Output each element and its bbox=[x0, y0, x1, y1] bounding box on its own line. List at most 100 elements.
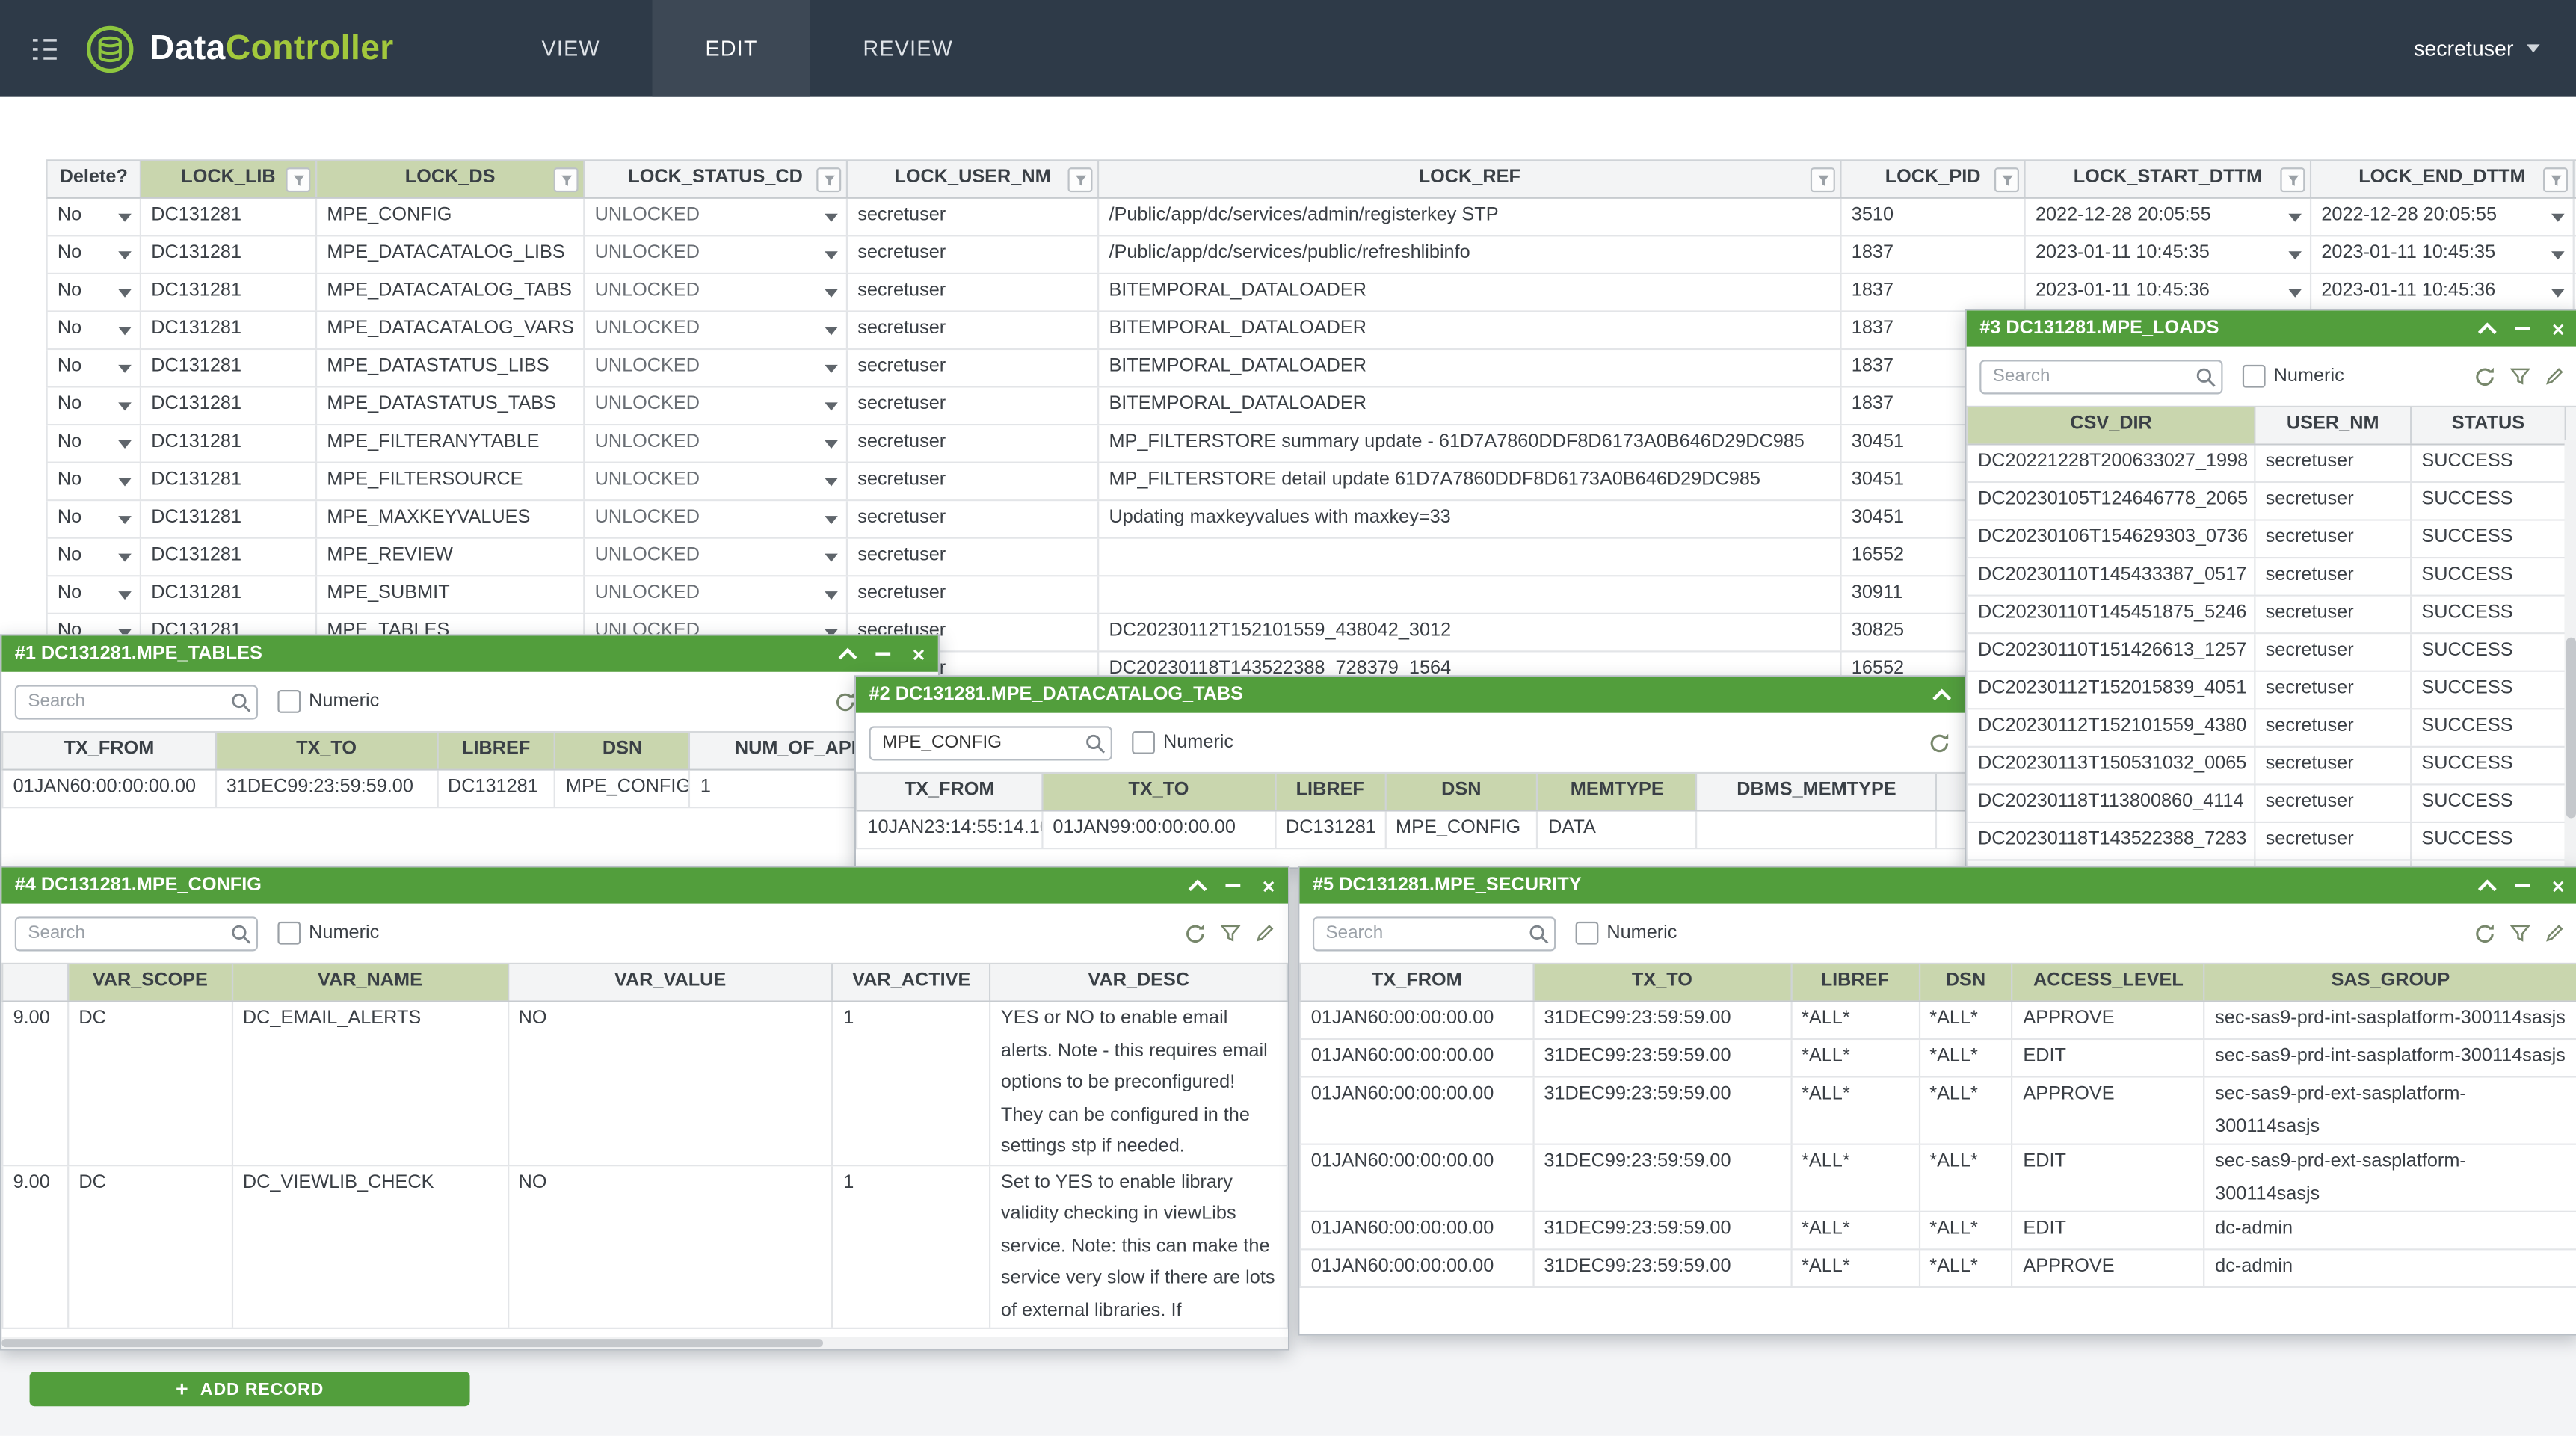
cell-lock-lib[interactable]: DC131281 bbox=[141, 539, 317, 575]
cell-lock-end[interactable]: 2022-12-28 20:05:55 bbox=[2311, 199, 2575, 235]
cell-lock-ref[interactable]: BITEMPORAL_DATALOADER bbox=[1099, 350, 1841, 386]
cell-delete[interactable]: No bbox=[48, 425, 141, 461]
column-header-lock-status[interactable]: LOCK_STATUS_CD bbox=[585, 161, 848, 197]
funnel-icon[interactable] bbox=[2510, 366, 2530, 386]
cell-lock-ref[interactable]: BITEMPORAL_DATALOADER bbox=[1099, 388, 1841, 424]
column-header[interactable]: DSN bbox=[556, 733, 691, 768]
cell-lock-user[interactable]: secretuser bbox=[848, 312, 1099, 348]
cell-lock-user[interactable]: secretuser bbox=[848, 199, 1099, 235]
checkbox-icon[interactable] bbox=[277, 690, 301, 713]
cell-delete[interactable]: No bbox=[48, 350, 141, 386]
cell-lock-lib[interactable]: DC131281 bbox=[141, 501, 317, 537]
chevron-down-icon[interactable] bbox=[2288, 214, 2302, 222]
cell-lock-status[interactable]: UNLOCKED bbox=[585, 425, 848, 461]
cell-lock-ds[interactable]: MPE_FILTERSOURCE bbox=[317, 463, 585, 499]
refresh-icon[interactable] bbox=[1929, 732, 1950, 754]
cell-lock-status[interactable]: UNLOCKED bbox=[585, 236, 848, 272]
cell-lock-ds[interactable]: MPE_SUBMIT bbox=[317, 576, 585, 612]
cell-delete[interactable]: No bbox=[48, 312, 141, 348]
chevron-down-icon[interactable] bbox=[825, 365, 838, 373]
horizontal-scrollbar[interactable] bbox=[1, 1337, 1288, 1349]
cell-lock-user[interactable]: secretuser bbox=[848, 539, 1099, 575]
chevron-down-icon[interactable] bbox=[2288, 289, 2302, 298]
chevron-down-icon[interactable] bbox=[825, 327, 838, 335]
column-filter-button[interactable] bbox=[1811, 167, 1835, 192]
cell-lock-lib[interactable]: DC131281 bbox=[141, 312, 317, 348]
minimize-icon[interactable] bbox=[1226, 884, 1241, 887]
cell-lock-status[interactable]: UNLOCKED bbox=[585, 388, 848, 424]
collapse-icon[interactable] bbox=[2479, 321, 2498, 340]
column-filter-button[interactable] bbox=[2543, 167, 2568, 192]
cell-lock-end[interactable]: 2023-01-11 10:45:36 bbox=[2311, 274, 2575, 310]
refresh-icon[interactable] bbox=[2474, 922, 2496, 944]
cell-delete[interactable]: No bbox=[48, 576, 141, 612]
cell-delete[interactable]: No bbox=[48, 236, 141, 272]
cell-lock-status[interactable]: UNLOCKED bbox=[585, 539, 848, 575]
close-icon[interactable]: × bbox=[913, 643, 925, 665]
chevron-down-icon[interactable] bbox=[825, 440, 838, 449]
chevron-down-icon[interactable] bbox=[118, 440, 132, 449]
chevron-down-icon[interactable] bbox=[825, 402, 838, 410]
cell-lock-end[interactable]: 2023-01-11 10:45:35 bbox=[2311, 236, 2575, 272]
column-header[interactable]: LIBREF bbox=[438, 733, 556, 768]
cell-lock-status[interactable]: UNLOCKED bbox=[585, 350, 848, 386]
cell-lock-status[interactable]: UNLOCKED bbox=[585, 576, 848, 612]
search-input[interactable] bbox=[869, 725, 1112, 759]
funnel-icon[interactable] bbox=[1221, 923, 1240, 943]
column-header-lock-start[interactable]: LOCK_START_DTTM bbox=[2026, 161, 2311, 197]
pencil-icon[interactable] bbox=[1255, 923, 1275, 943]
cell-delete[interactable]: No bbox=[48, 388, 141, 424]
column-header[interactable]: VAR_ACTIVE bbox=[833, 964, 991, 1000]
cell-lock-pid[interactable]: 1837 bbox=[1842, 236, 2026, 272]
numeric-checkbox[interactable]: Numeric bbox=[2243, 365, 2344, 388]
cell-lock-ref[interactable]: MP_FILTERSTORE detail update 61D7A7860DD… bbox=[1099, 463, 1841, 499]
numeric-checkbox[interactable]: Numeric bbox=[277, 690, 379, 713]
cell-lock-user[interactable]: secretuser bbox=[848, 501, 1099, 537]
chevron-down-icon[interactable] bbox=[825, 478, 838, 487]
cell-lock-ref[interactable]: Updating maxkeyvalues with maxkey=33 bbox=[1099, 501, 1841, 537]
cell-lock-start[interactable]: 2023-01-11 10:45:35 bbox=[2026, 236, 2311, 272]
close-icon[interactable]: × bbox=[2552, 875, 2565, 896]
viewbox-header[interactable]: #2 DC131281.MPE_DATACATALOG_TABS × bbox=[856, 677, 2033, 712]
chevron-down-icon[interactable] bbox=[118, 214, 132, 222]
numeric-checkbox[interactable]: Numeric bbox=[1132, 731, 1233, 754]
close-icon[interactable]: × bbox=[2552, 318, 2565, 339]
column-header[interactable]: USER_NM bbox=[2255, 407, 2412, 443]
refresh-icon[interactable] bbox=[2474, 366, 2496, 387]
numeric-checkbox[interactable]: Numeric bbox=[277, 922, 379, 945]
minimize-icon[interactable] bbox=[2516, 884, 2531, 887]
scrollbar-thumb[interactable] bbox=[1, 1339, 823, 1347]
checkbox-icon[interactable] bbox=[1132, 731, 1155, 754]
cell-lock-status[interactable]: UNLOCKED bbox=[585, 463, 848, 499]
cell-lock-lib[interactable]: DC131281 bbox=[141, 576, 317, 612]
collapse-icon[interactable] bbox=[1189, 878, 1208, 897]
cell-lock-ref[interactable]: DC20230112T152101559_438042_3012 bbox=[1099, 614, 1841, 650]
chevron-down-icon[interactable] bbox=[2288, 251, 2302, 259]
cell-lock-ref[interactable]: BITEMPORAL_DATALOADER bbox=[1099, 312, 1841, 348]
vertical-scrollbar[interactable] bbox=[2565, 440, 2576, 874]
cell-lock-user[interactable]: secretuser bbox=[848, 576, 1099, 612]
nav-item-edit[interactable]: EDIT bbox=[653, 0, 810, 97]
collapse-icon[interactable] bbox=[839, 647, 857, 666]
cell-delete[interactable]: No bbox=[48, 199, 141, 235]
cell-lock-pid[interactable]: 1837 bbox=[1842, 274, 2026, 310]
cell-lock-ds[interactable]: MPE_CONFIG bbox=[317, 199, 585, 235]
cell-lock-pid[interactable]: 3510 bbox=[1842, 199, 2026, 235]
column-header[interactable]: TX_FROM bbox=[857, 774, 1043, 810]
app-logo[interactable]: DataController bbox=[85, 24, 393, 73]
column-header-lock-end[interactable]: LOCK_END_DTTM bbox=[2311, 161, 2575, 197]
column-filter-button[interactable] bbox=[1994, 167, 2019, 192]
nav-item-review[interactable]: REVIEW bbox=[810, 0, 1005, 97]
chevron-down-icon[interactable] bbox=[118, 591, 132, 600]
cell-lock-ds[interactable]: MPE_FILTERANYTABLE bbox=[317, 425, 585, 461]
chevron-down-icon[interactable] bbox=[118, 516, 132, 524]
cell-lock-ref[interactable] bbox=[1099, 576, 1841, 612]
column-header-delete[interactable]: Delete? bbox=[48, 161, 141, 197]
cell-lock-lib[interactable]: DC131281 bbox=[141, 274, 317, 310]
cell-lock-status[interactable]: UNLOCKED bbox=[585, 312, 848, 348]
search-input[interactable] bbox=[1979, 359, 2222, 393]
viewbox-header[interactable]: #4 DC131281.MPE_CONFIG × bbox=[1, 867, 1288, 903]
cell-lock-ref[interactable]: BITEMPORAL_DATALOADER bbox=[1099, 274, 1841, 310]
column-filter-button[interactable] bbox=[286, 167, 310, 192]
chevron-down-icon[interactable] bbox=[2551, 289, 2565, 298]
